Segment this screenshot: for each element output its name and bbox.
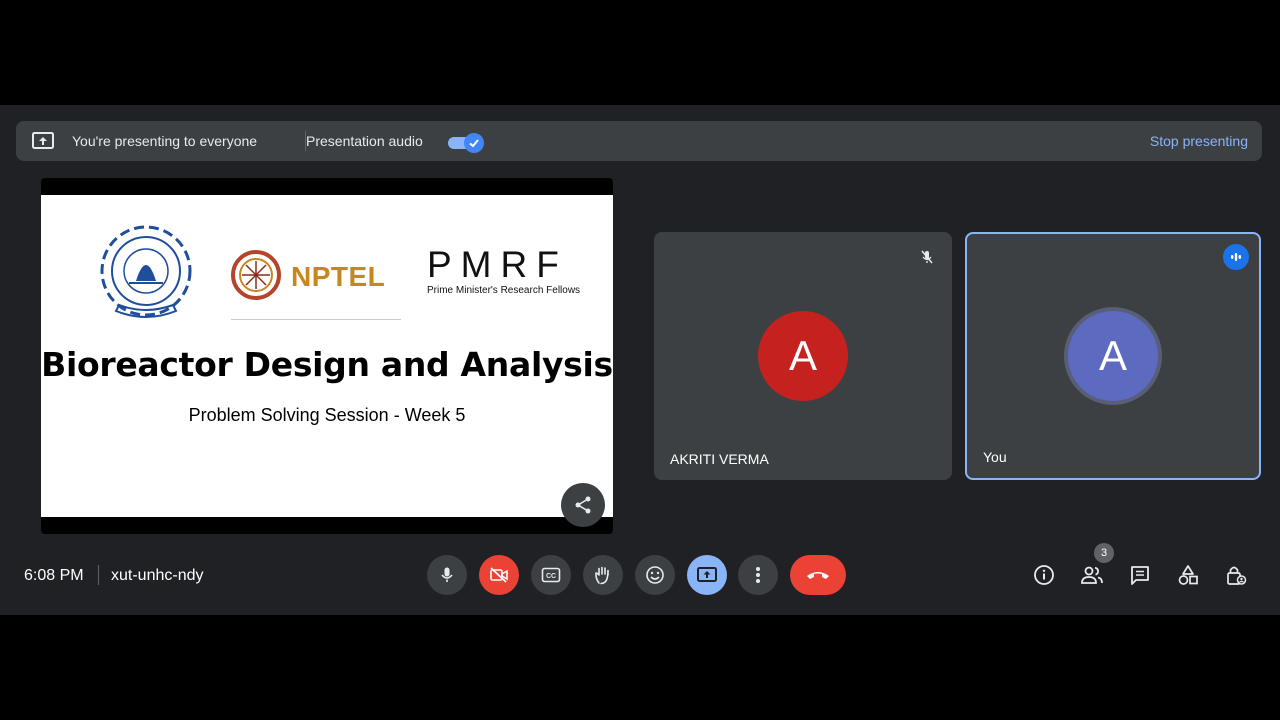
share-button[interactable] <box>561 483 605 527</box>
slide-page: NPTEL PMRF Prime Minister's Research Fel… <box>41 195 613 517</box>
slide-subtitle: Problem Solving Session - Week 5 <box>188 405 466 425</box>
emoji-icon <box>646 566 664 584</box>
lock-person-icon <box>1227 566 1247 585</box>
raise-hand-button[interactable] <box>583 555 623 595</box>
speaking-indicator-icon <box>1223 244 1249 270</box>
hang-up-icon <box>807 572 829 579</box>
activities-button[interactable] <box>1176 563 1200 587</box>
shapes-icon <box>1178 565 1198 585</box>
meet-window: You're presenting to everyone Presentati… <box>0 105 1280 615</box>
share-icon <box>575 496 591 514</box>
check-icon <box>469 139 479 148</box>
presentation-audio-toggle[interactable] <box>448 133 484 153</box>
pmrf-subtitle: Prime Minister's Research Fellows <box>427 285 581 296</box>
present-screen-icon <box>697 567 717 582</box>
nptel-logo: NPTEL <box>231 249 401 320</box>
meeting-code: xut-unhc-ndy <box>111 567 204 584</box>
mic-off-icon <box>914 244 940 270</box>
more-options-button[interactable] <box>738 555 778 595</box>
nptel-logo-text: NPTEL <box>291 261 386 292</box>
pmrf-title: PMRF <box>427 244 568 285</box>
reactions-button[interactable] <box>635 555 675 595</box>
participant-name: You <box>983 449 1007 465</box>
captions-button[interactable]: CC <box>531 555 571 595</box>
pmrf-logo: PMRF Prime Minister's Research Fellows <box>427 244 587 297</box>
slide-title: Bioreactor Design and Analysis <box>41 345 613 384</box>
camera-off-icon <box>490 567 508 583</box>
stop-presenting-button[interactable]: Stop presenting <box>1150 133 1248 149</box>
participant-count-badge: 3 <box>1094 543 1114 563</box>
microphone-button[interactable] <box>427 555 467 595</box>
nptel-emblem-icon <box>231 250 281 300</box>
host-controls-button[interactable] <box>1224 563 1248 587</box>
presenting-banner: You're presenting to everyone Presentati… <box>16 121 1262 161</box>
chat-icon <box>1131 566 1149 585</box>
people-icon <box>1081 566 1103 584</box>
more-vert-icon <box>756 567 760 583</box>
presenting-status: You're presenting to everyone <box>72 133 258 149</box>
presentation-audio-label: Presentation audio <box>306 133 423 149</box>
bar-divider <box>98 565 99 585</box>
camera-button[interactable] <box>479 555 519 595</box>
present-now-button[interactable] <box>687 555 727 595</box>
chat-button[interactable] <box>1128 563 1152 587</box>
present-screen-icon <box>32 132 54 149</box>
people-button[interactable] <box>1080 563 1104 587</box>
meeting-time: 6:08 PM <box>24 567 84 584</box>
avatar: A <box>1068 311 1158 401</box>
participant-tile-akriti-verma[interactable]: A AKRITI VERMA <box>654 232 952 480</box>
svg-text:CC: CC <box>546 573 556 580</box>
closed-captions-icon: CC <box>541 567 561 583</box>
avatar: A <box>758 311 848 401</box>
info-icon <box>1034 565 1054 585</box>
participant-name: AKRITI VERMA <box>670 451 769 467</box>
hand-icon <box>595 566 609 585</box>
meeting-details-button[interactable] <box>1032 563 1056 587</box>
shared-presentation: NPTEL PMRF Prime Minister's Research Fel… <box>41 178 613 534</box>
iit-bombay-logo <box>100 225 192 318</box>
participant-tile-you[interactable]: A You <box>965 232 1261 480</box>
mic-icon <box>441 567 453 582</box>
leave-call-button[interactable] <box>790 555 846 595</box>
